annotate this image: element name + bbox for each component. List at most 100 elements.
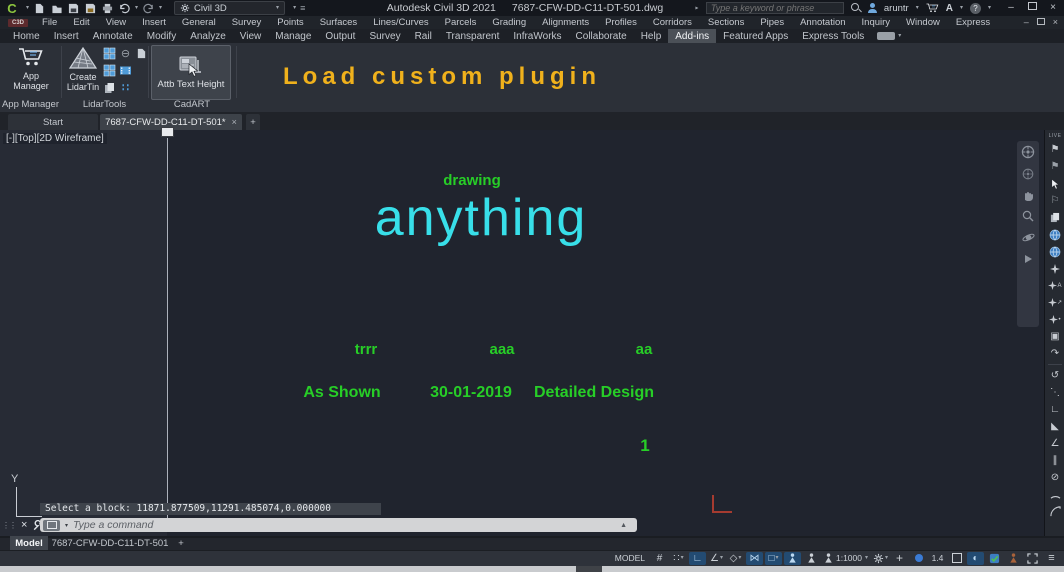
new-file-icon[interactable] — [33, 2, 46, 14]
menu-item[interactable]: Surfaces — [312, 16, 366, 29]
ortho-mode-icon[interactable]: ∟ — [688, 551, 706, 565]
dim-radius-icon[interactable] — [1047, 505, 1063, 518]
sparkle-text-icon[interactable]: A — [1047, 279, 1063, 292]
menu-item[interactable]: Parcels — [437, 16, 485, 29]
drawing-vertical-line[interactable] — [167, 138, 168, 518]
ucs-y-axis[interactable] — [16, 487, 17, 517]
layout-tab-new[interactable]: + — [174, 536, 188, 550]
menu-item[interactable]: Express — [948, 16, 998, 29]
viewport-controls-label[interactable]: [-][Top][2D Wireframe] — [3, 133, 107, 144]
ribbon-tab[interactable]: Home — [6, 29, 47, 43]
menu-item[interactable]: Corridors — [645, 16, 700, 29]
app-store-cart-icon[interactable] — [926, 2, 939, 14]
qat-dropdown-icon[interactable]: ▾ — [293, 5, 296, 11]
menu-item[interactable]: View — [98, 16, 134, 29]
lidartools-copy-icon[interactable] — [103, 81, 116, 94]
redo-dropdown-icon[interactable]: ▾ — [159, 5, 162, 11]
annotation-scale-button[interactable]: 1:1000 ▾ — [822, 552, 870, 565]
drawing-text-small[interactable]: drawing — [443, 172, 501, 189]
grip-handle[interactable] — [161, 127, 174, 137]
units-icon[interactable] — [948, 552, 965, 565]
search-input[interactable] — [705, 2, 844, 14]
globe-alt-icon[interactable] — [1047, 245, 1063, 258]
ribbon-tab[interactable]: Express Tools — [795, 29, 871, 43]
menu-item[interactable]: Pipes — [752, 16, 792, 29]
menu-item[interactable]: Inquiry — [854, 16, 899, 29]
drawing-text-field2[interactable]: aaa — [489, 341, 514, 358]
menu-item[interactable]: Window — [898, 16, 948, 29]
lidartools-window-icon[interactable] — [103, 47, 116, 60]
drawing-text-field3[interactable]: aa — [636, 341, 653, 358]
sparkle-icon[interactable] — [1047, 262, 1063, 275]
redo-icon[interactable] — [142, 2, 155, 14]
create-lidartin-button[interactable]: Create LidarTin — [64, 46, 102, 98]
menu-item[interactable]: Lines/Curves — [365, 16, 436, 29]
globe-icon[interactable] — [1047, 228, 1063, 241]
command-input-bar[interactable]: ▾ ▲ — [40, 518, 637, 532]
object-snap-tracking-icon[interactable]: ⋈ — [745, 551, 763, 565]
dim-diameter-icon[interactable]: ⊘ — [1047, 471, 1063, 484]
drawing-text-value1[interactable]: As Shown — [303, 384, 380, 402]
menu-item[interactable]: File — [34, 16, 65, 29]
drawing-text-value3[interactable]: Detailed Design — [534, 384, 654, 402]
ribbon-tab[interactable]: Analyze — [183, 29, 233, 43]
redo-curve-icon[interactable]: ↷ — [1047, 347, 1063, 360]
navigation-wheel-icon[interactable] — [1022, 168, 1034, 180]
annotation-autoscale-icon[interactable] — [803, 552, 820, 565]
ribbon-tab[interactable]: Rail — [408, 29, 439, 43]
ribbon-tab[interactable]: Manage — [268, 29, 318, 43]
customization-menu-icon[interactable]: ≡ — [1043, 552, 1060, 565]
search-collapse-icon[interactable]: ▾ — [694, 6, 700, 9]
app-logo[interactable]: C — [2, 1, 22, 16]
workspace-selector[interactable]: Civil 3D ▾ — [174, 1, 286, 15]
orbit-icon[interactable] — [1022, 231, 1035, 244]
command-palette-grip[interactable]: ⋮⋮ — [2, 521, 17, 530]
flag-outline-icon[interactable]: ⚐ — [1047, 194, 1063, 207]
plot-icon[interactable] — [101, 2, 114, 14]
dim-angular-icon[interactable]: ∠ — [1047, 437, 1063, 450]
window-minimize-button[interactable]: – — [1004, 1, 1018, 15]
showmotion-icon[interactable] — [1022, 253, 1034, 265]
layout-tab-model[interactable]: Model — [10, 536, 48, 550]
open-file-icon[interactable] — [50, 2, 63, 14]
ribbon-tab[interactable]: Help — [634, 29, 669, 43]
lod-value[interactable]: 1.4 — [929, 552, 946, 565]
menu-item[interactable]: Points — [269, 16, 311, 29]
doc-close-button[interactable]: × — [1053, 17, 1058, 27]
username-label[interactable]: aruntr — [884, 3, 909, 14]
undo-icon[interactable] — [118, 2, 131, 14]
object-snap-icon[interactable]: □ ▾ — [764, 551, 782, 565]
doc-tab-new[interactable]: + — [246, 114, 260, 130]
ribbon-display-toggle[interactable] — [877, 32, 896, 40]
app-manager-button[interactable]: App Manager — [6, 47, 56, 97]
sparkle-settings-icon[interactable]: • — [1047, 313, 1063, 326]
polar-tracking-icon[interactable]: ∠ ▾ — [708, 552, 725, 565]
save-as-icon[interactable] — [84, 2, 97, 14]
ucs-x-axis[interactable] — [16, 516, 42, 517]
app-menu-arrow-icon[interactable]: ▾ — [26, 5, 29, 11]
doc-restore-button[interactable] — [1036, 17, 1045, 27]
select-cursor-icon[interactable] — [1047, 177, 1063, 190]
ribbon-tab[interactable]: View — [233, 29, 269, 43]
window-panel-icon[interactable]: ▣ — [1047, 330, 1063, 343]
save-icon[interactable] — [67, 2, 80, 14]
drawing-text-headline[interactable]: anything — [375, 188, 588, 248]
lidartools-grid-icon[interactable] — [103, 64, 116, 77]
ribbon-tab[interactable]: Featured Apps — [716, 29, 795, 43]
annotation-visibility-icon[interactable] — [783, 551, 801, 565]
flag-icon[interactable]: ⚑ — [1047, 160, 1063, 173]
menu-item[interactable]: Alignments — [534, 16, 597, 29]
command-expand-icon[interactable]: ▲ — [620, 522, 627, 529]
ribbon-tab[interactable]: Survey — [362, 29, 407, 43]
grid-display-icon[interactable]: # — [651, 552, 668, 565]
drawing-text-value2[interactable]: 30-01-2019 — [430, 384, 512, 402]
sparkle-move-icon[interactable]: ↗ — [1047, 296, 1063, 309]
help-icon[interactable]: ? — [969, 2, 981, 14]
zoom-extents-icon[interactable] — [1022, 210, 1034, 222]
recent-commands-button[interactable] — [43, 519, 60, 531]
ribbon-display-dropdown-icon[interactable]: ▾ — [898, 33, 901, 39]
menu-item[interactable]: Insert — [134, 16, 174, 29]
qat-customize-icon[interactable]: ≡ — [300, 3, 305, 13]
menu-item[interactable]: General — [174, 16, 224, 29]
autodesk-a-icon[interactable]: A — [946, 3, 953, 14]
